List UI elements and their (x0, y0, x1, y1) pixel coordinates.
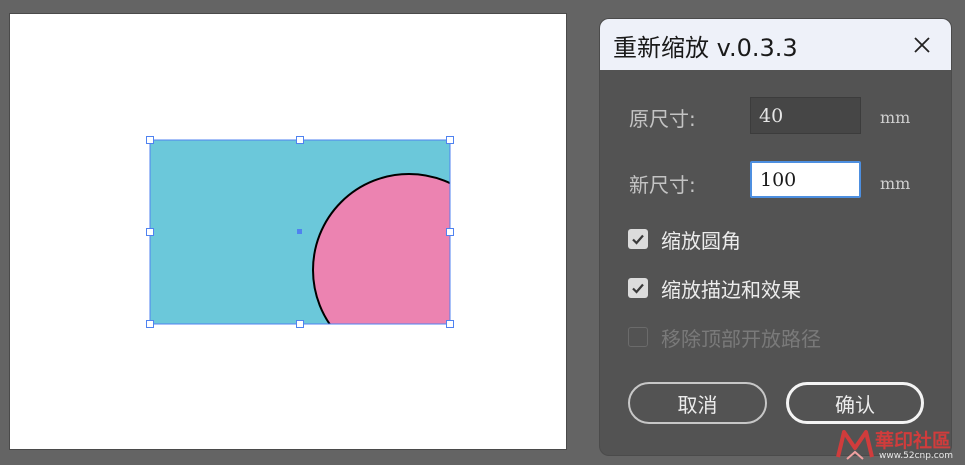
selection-handle-bottom-right[interactable] (446, 320, 454, 328)
scale-strokes-effects-checkbox[interactable] (628, 278, 648, 298)
original-size-label: 原尺寸: (629, 107, 696, 131)
confirm-button[interactable]: 确认 (786, 382, 924, 424)
checkmark-icon (632, 234, 644, 245)
dialog-titlebar[interactable]: 重新缩放 v.0.3.3 (600, 19, 951, 70)
selection-handle-middle-left[interactable] (146, 228, 154, 236)
remove-top-open-path-label: 移除顶部开放路径 (661, 326, 821, 351)
artwork-canvas[interactable] (10, 14, 568, 451)
checkmark-icon (632, 283, 644, 294)
scale-corners-checkbox[interactable] (628, 229, 648, 249)
watermark-url: www.52cnp.com (879, 451, 954, 461)
selection-handle-top-center[interactable] (296, 136, 304, 144)
watermark-text: 華印社區 (875, 430, 952, 452)
selection-handle-middle-right[interactable] (446, 228, 454, 236)
close-button[interactable] (908, 31, 936, 59)
dialog-title: 重新缩放 v.0.3.3 (613, 34, 798, 62)
new-size-unit: mm (880, 174, 911, 193)
remove-top-open-path-checkbox (628, 327, 648, 347)
selection-handle-bottom-left[interactable] (146, 320, 154, 328)
scale-corners-label: 缩放圆角 (661, 228, 741, 253)
new-size-input[interactable] (750, 161, 861, 198)
selection-handle-top-left[interactable] (146, 136, 154, 144)
site-logo-icon (836, 430, 874, 460)
circle-shape[interactable] (312, 173, 505, 366)
original-size-unit: mm (880, 108, 911, 127)
selection-handle-top-right[interactable] (446, 136, 454, 144)
artboard[interactable] (9, 13, 567, 450)
rescale-dialog: 重新缩放 v.0.3.3 原尺寸: mm 新尺寸: mm 缩放圆角 缩放描边和效… (600, 19, 951, 455)
cancel-button[interactable]: 取消 (628, 382, 767, 424)
scale-strokes-effects-label: 缩放描边和效果 (661, 277, 801, 302)
option-scale-strokes-effects[interactable]: 缩放描边和效果 (628, 275, 801, 302)
close-icon (914, 37, 930, 53)
selection-handle-bottom-center[interactable] (296, 320, 304, 328)
new-size-label: 新尺寸: (629, 173, 696, 197)
selection-center-point (297, 229, 302, 234)
option-scale-corners[interactable]: 缩放圆角 (628, 226, 741, 253)
watermark: 華印社區 www.52cnp.com (835, 426, 963, 464)
option-remove-top-open-path: 移除顶部开放路径 (628, 324, 821, 351)
original-size-input[interactable] (750, 97, 861, 134)
